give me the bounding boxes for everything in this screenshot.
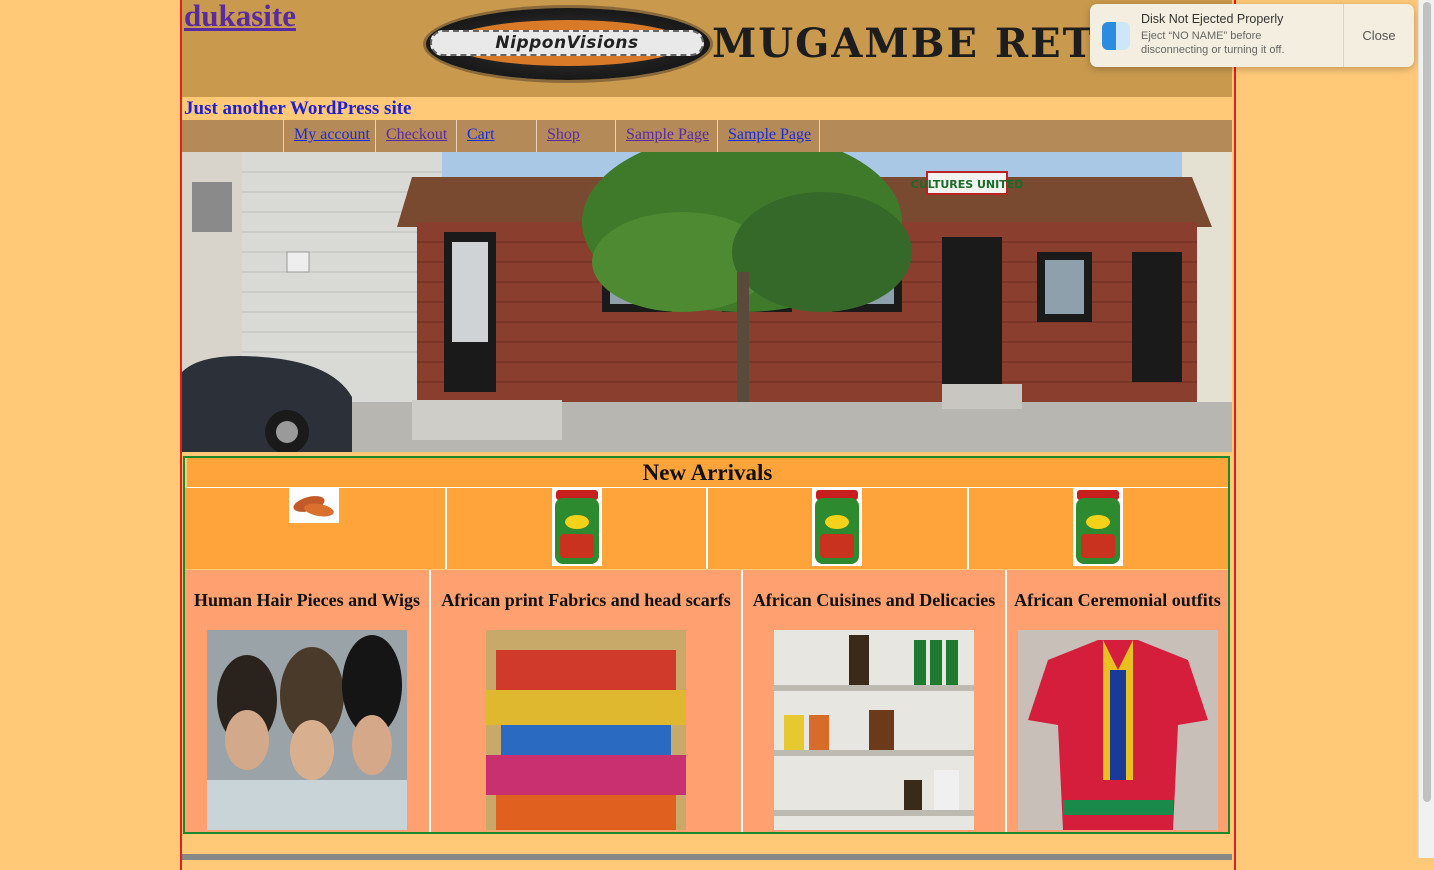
arrival-product-cell[interactable] <box>969 488 1228 569</box>
nav-item-checkout[interactable]: Checkout <box>376 120 457 152</box>
site-tagline: Just another WordPress site <box>184 98 412 119</box>
arrival-product-cell[interactable] <box>708 488 969 569</box>
category-title[interactable]: Human Hair Pieces and Wigs <box>185 590 429 611</box>
nav-item-cart[interactable]: Cart <box>457 120 537 152</box>
category-fabrics-scarfs[interactable]: African print Fabrics and head scarfs <box>431 570 743 832</box>
nav-spacer <box>182 120 284 152</box>
page-container: dukasite NipponVisions MUGAMBE RETAIL S … <box>180 0 1236 870</box>
notification-title: Disk Not Ejected Properly <box>1141 12 1284 26</box>
scrollbar-thumb[interactable] <box>1423 2 1431 802</box>
nav-link-cart[interactable]: Cart <box>467 126 495 143</box>
notification-body: Eject “NO NAME” before disconnecting or … <box>1141 30 1285 56</box>
nav-item-shop[interactable]: Shop <box>537 120 616 152</box>
royco-jar-image[interactable] <box>1073 488 1123 566</box>
site-header: dukasite NipponVisions MUGAMBE RETAIL S <box>182 0 1232 97</box>
brand-banner-text: MUGAMBE RETAIL S <box>712 20 1107 67</box>
royco-jar-image[interactable] <box>812 488 862 566</box>
arrival-product-cell[interactable] <box>447 488 708 569</box>
category-title[interactable]: African print Fabrics and head scarfs <box>431 590 741 611</box>
wigs-image[interactable] <box>207 630 407 830</box>
nav-link-sample-page-1[interactable]: Sample Page <box>626 126 709 143</box>
nav-item-my-account[interactable]: My account <box>284 120 376 152</box>
notification-banner[interactable]: Disk Not Ejected Properly Eject “NO NAME… <box>1090 4 1414 67</box>
storefront-illustration: CULTURES UNITED <box>182 152 1232 452</box>
notification-close-button[interactable]: Close <box>1344 4 1414 67</box>
nav-item-sample-page-1[interactable]: Sample Page <box>616 120 718 152</box>
new-arrivals-section: New Arrivals Human Hair Pieces and Wigs … <box>183 456 1230 834</box>
category-title[interactable]: African Cuisines and Delicacies <box>743 590 1005 611</box>
site-title-link[interactable]: dukasite <box>184 0 296 34</box>
page-scrollbar[interactable] <box>1418 0 1434 858</box>
nipponvisions-logo: NipponVisions <box>426 8 710 80</box>
category-title[interactable]: African Ceremonial outfits <box>1007 590 1228 611</box>
main-navigation: My account Checkout Cart Shop Sample Pag… <box>182 120 1232 152</box>
category-hair-wigs[interactable]: Human Hair Pieces and Wigs <box>185 570 431 832</box>
outfits-image[interactable] <box>1018 630 1218 830</box>
fabrics-image[interactable] <box>486 630 686 830</box>
royco-jar-image[interactable] <box>552 488 602 566</box>
sweet-potato-image[interactable] <box>289 488 339 523</box>
nav-link-shop[interactable]: Shop <box>547 126 580 143</box>
nav-item-sample-page-2[interactable]: Sample Page <box>718 120 820 152</box>
nav-link-sample-page-2[interactable]: Sample Page <box>728 126 811 143</box>
nav-link-checkout[interactable]: Checkout <box>386 126 447 143</box>
hero-storefront-image: CULTURES UNITED <box>182 152 1232 452</box>
cuisines-image[interactable] <box>774 630 974 830</box>
arrival-product-cell[interactable] <box>185 488 447 569</box>
hero-sign-text: CULTURES UNITED <box>911 178 1024 191</box>
new-arrivals-title: New Arrivals <box>187 458 1228 488</box>
logo-text: NipponVisions <box>430 30 704 56</box>
nav-link-my-account[interactable]: My account <box>294 126 370 143</box>
finder-icon <box>1102 22 1130 50</box>
category-ceremonial-outfits[interactable]: African Ceremonial outfits <box>1007 570 1228 832</box>
category-cuisines[interactable]: African Cuisines and Delicacies <box>743 570 1007 832</box>
footer-divider <box>182 854 1232 860</box>
